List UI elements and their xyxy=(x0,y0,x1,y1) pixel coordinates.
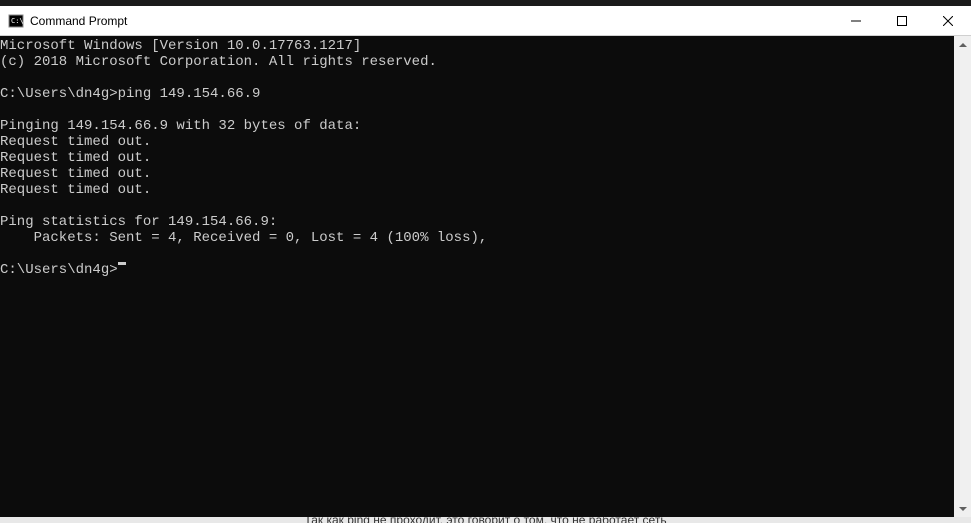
cmd-icon: C:\ xyxy=(8,13,24,29)
minimize-button[interactable] xyxy=(833,6,879,35)
terminal-output-line: Request timed out. xyxy=(0,134,954,150)
terminal-output-line: Request timed out. xyxy=(0,166,954,182)
scrollbar-track[interactable] xyxy=(954,53,971,500)
terminal-area: Microsoft Windows [Version 10.0.17763.12… xyxy=(0,36,971,517)
terminal-output-line xyxy=(0,70,954,86)
terminal-output-line: (c) 2018 Microsoft Corporation. All righ… xyxy=(0,54,954,70)
terminal-output-line: Request timed out. xyxy=(0,150,954,166)
terminal-output-line: Request timed out. xyxy=(0,182,954,198)
window-title: Command Prompt xyxy=(30,14,127,28)
terminal-output-line: C:\Users\dn4g>ping 149.154.66.9 xyxy=(0,86,954,102)
terminal-prompt-line[interactable]: C:\Users\dn4g> xyxy=(0,262,954,278)
close-button[interactable] xyxy=(925,6,971,35)
terminal-output-line xyxy=(0,198,954,214)
scrollbar[interactable] xyxy=(954,36,971,517)
terminal-output-line xyxy=(0,246,954,262)
window-controls xyxy=(833,6,971,35)
command-prompt-window: C:\ Command Prompt Microsoft Windows [Ve… xyxy=(0,6,971,517)
svg-text:C:\: C:\ xyxy=(11,17,24,25)
titlebar[interactable]: C:\ Command Prompt xyxy=(0,6,971,36)
terminal-output-line: Packets: Sent = 4, Received = 0, Lost = … xyxy=(0,230,954,246)
terminal-output-line: Ping statistics for 149.154.66.9: xyxy=(0,214,954,230)
scrollbar-up-button[interactable] xyxy=(954,36,971,53)
terminal-cursor xyxy=(118,262,126,265)
scrollbar-down-button[interactable] xyxy=(954,500,971,517)
terminal-output-line: Microsoft Windows [Version 10.0.17763.12… xyxy=(0,38,954,54)
terminal-output-line xyxy=(0,102,954,118)
maximize-button[interactable] xyxy=(879,6,925,35)
terminal-content[interactable]: Microsoft Windows [Version 10.0.17763.12… xyxy=(0,36,954,517)
terminal-prompt: C:\Users\dn4g> xyxy=(0,262,118,278)
terminal-output-line: Pinging 149.154.66.9 with 32 bytes of da… xyxy=(0,118,954,134)
